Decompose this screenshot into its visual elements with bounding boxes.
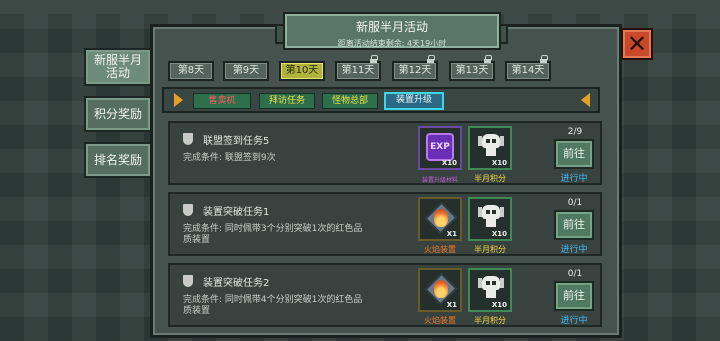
tab-day-10[interactable]: 第10天 xyxy=(279,61,325,81)
task-progress: 0/1 xyxy=(567,198,583,208)
reward-slot[interactable]: X1 xyxy=(418,197,462,241)
category-tab-device-upgrade-label: 装置升级 xyxy=(395,95,432,105)
category-tab-monster-hq[interactable]: 怪物总部 xyxy=(322,93,378,109)
flame-icon xyxy=(434,209,448,227)
task-condition: 完成条件: 同时佩带4个分别突破1次的红色品质装置 xyxy=(183,295,363,316)
side-tab-rank-reward[interactable]: 排名奖励 xyxy=(84,142,152,178)
task-title: 联盟签到任务5 xyxy=(203,136,270,147)
lock-icon xyxy=(484,55,492,63)
side-tab-points-reward-label: 积分奖励 xyxy=(93,106,142,121)
close-button[interactable]: ✕ xyxy=(621,28,653,60)
reward-slot[interactable]: X10 xyxy=(468,197,512,241)
shield-icon xyxy=(183,204,193,216)
category-tab-visit-label: 拜访任务 xyxy=(268,96,305,106)
task-title: 装置突破任务1 xyxy=(203,207,270,218)
task-progress: 0/1 xyxy=(567,269,583,279)
shield-icon xyxy=(183,275,193,287)
category-tab-device-upgrade[interactable]: 装置升级 xyxy=(384,92,444,110)
tab-day-8-label: 第8天 xyxy=(177,65,205,76)
side-tab-event-label: 新服半月活动 xyxy=(93,53,142,80)
exp-icon: EXP xyxy=(426,133,454,161)
skull-icon xyxy=(478,276,504,302)
title-banner: 新服半月活动 距离活动结束剩余: 4天19小时 xyxy=(283,12,501,50)
countdown-text: 距离活动结束剩余: 4天19小时 xyxy=(337,39,447,48)
reward-slot[interactable]: EXP X10 xyxy=(418,126,462,170)
reward-label: 半月积分 xyxy=(474,174,506,183)
tab-day-13-label: 第13天 xyxy=(455,65,489,76)
reward-label: 装置升级材料 xyxy=(421,177,458,184)
tab-day-12-label: 第12天 xyxy=(398,65,432,76)
tab-day-11-label: 第11天 xyxy=(341,65,375,76)
reward-qty: X10 xyxy=(491,301,507,309)
tab-day-9[interactable]: 第9天 xyxy=(223,61,269,81)
go-button[interactable]: 前往 xyxy=(554,139,594,169)
tab-day-11[interactable]: 第11天 xyxy=(335,55,381,81)
task-row: 联盟签到任务5 完成条件: 联盟签到9次 EXP X10 装置升级材料 X10 … xyxy=(168,121,602,185)
reward-qty: X10 xyxy=(491,159,507,167)
lock-icon xyxy=(427,55,435,63)
category-tab-monster-hq-label: 怪物总部 xyxy=(331,96,368,106)
category-tab-visit[interactable]: 拜访任务 xyxy=(259,93,315,109)
flame-icon xyxy=(434,280,448,298)
reward-qty: X10 xyxy=(491,230,507,238)
side-tab-event[interactable]: 新服半月活动 xyxy=(84,48,152,86)
lock-icon xyxy=(540,55,548,63)
reward-slot[interactable]: X10 xyxy=(468,126,512,170)
tab-day-14-label: 第14天 xyxy=(511,65,545,76)
go-button[interactable]: 前往 xyxy=(554,210,594,240)
task-condition: 完成条件: 联盟签到9次 xyxy=(183,153,276,163)
reward-label: 半月积分 xyxy=(474,245,506,254)
tab-day-13[interactable]: 第13天 xyxy=(449,55,495,81)
reward-label: 半月积分 xyxy=(474,316,506,325)
reward-label: 火焰装置 xyxy=(424,245,456,254)
task-status: 进行中 xyxy=(560,316,588,326)
skull-icon xyxy=(478,134,504,160)
tab-day-9-label: 第9天 xyxy=(232,65,260,76)
reward-qty: X1 xyxy=(446,230,457,238)
side-tab-points-reward[interactable]: 积分奖励 xyxy=(84,96,152,132)
close-icon: ✕ xyxy=(626,30,648,58)
task-row: 装置突破任务2 完成条件: 同时佩带4个分别突破1次的红色品质装置 X1 火焰装… xyxy=(168,263,602,327)
page-title: 新服半月活动 xyxy=(355,20,428,34)
reward-qty: X10 xyxy=(441,159,457,167)
category-tab-vending[interactable]: 售卖机 xyxy=(193,93,251,109)
task-condition: 完成条件: 同时佩带3个分别突破1次的红色品质装置 xyxy=(183,224,363,245)
task-status: 进行中 xyxy=(560,245,588,255)
lock-icon xyxy=(370,55,378,63)
tab-day-10-label: 第10天 xyxy=(285,65,319,76)
reward-label: 火焰装置 xyxy=(424,316,456,325)
reward-slot[interactable]: X1 xyxy=(418,268,462,312)
side-tab-rank-reward-label: 排名奖励 xyxy=(93,152,142,167)
skull-icon xyxy=(478,205,504,231)
task-progress: 2/9 xyxy=(567,127,583,137)
arrow-left-icon[interactable] xyxy=(174,93,183,107)
reward-qty: X1 xyxy=(446,301,457,309)
task-status: 进行中 xyxy=(560,174,588,184)
shield-icon xyxy=(183,133,193,145)
tab-day-8[interactable]: 第8天 xyxy=(168,61,214,81)
category-tab-vending-label: 售卖机 xyxy=(208,96,236,106)
task-title: 装置突破任务2 xyxy=(203,278,270,289)
task-row: 装置突破任务1 完成条件: 同时佩带3个分别突破1次的红色品质装置 X1 火焰装… xyxy=(168,192,602,256)
reward-slot[interactable]: X10 xyxy=(468,268,512,312)
tab-day-14[interactable]: 第14天 xyxy=(505,55,551,81)
arrow-right-icon[interactable] xyxy=(581,93,590,107)
go-button[interactable]: 前往 xyxy=(554,281,594,311)
tab-day-12[interactable]: 第12天 xyxy=(392,55,438,81)
